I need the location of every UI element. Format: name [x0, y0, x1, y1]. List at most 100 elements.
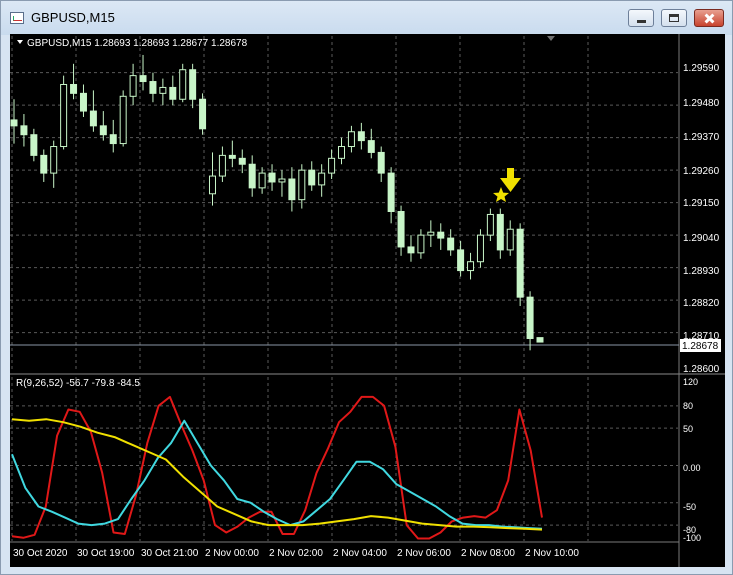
time-tick: 2 Nov 02:00: [269, 548, 323, 559]
time-axis: 30 Oct 2020 30 Oct 19:00 30 Oct 21:00 2 …: [13, 548, 579, 559]
candle-body: [149, 81, 157, 94]
chart-shift-marker[interactable]: [547, 36, 555, 41]
candle-body: [179, 69, 187, 100]
candle-body: [99, 125, 107, 136]
time-tick: 2 Nov 10:00: [525, 548, 579, 559]
candle-body: [248, 163, 256, 189]
chart-window-icon: [10, 12, 24, 24]
close-button[interactable]: [694, 9, 724, 27]
chart-symbol-label: GBPUSD,M15 1.28693 1.28693 1.28677 1.286…: [27, 38, 248, 49]
candle-body: [228, 154, 236, 159]
candle-body: [427, 231, 435, 236]
candle-body: [328, 157, 336, 174]
candle-body: [526, 296, 534, 340]
candle-body: [437, 231, 445, 239]
time-tick: 30 Oct 21:00: [141, 548, 199, 559]
indicator-tick: 120: [683, 377, 698, 387]
time-tick: 2 Nov 04:00: [333, 548, 387, 559]
indicator-label: R(9,26,52) -56.7 -79.8 -84.5: [16, 378, 140, 389]
time-tick: 2 Nov 06:00: [397, 548, 451, 559]
candle-body: [50, 146, 58, 174]
price-tick: 1.29480: [683, 98, 720, 109]
candle-body: [298, 169, 306, 201]
signal-star-icon[interactable]: [493, 187, 509, 202]
candle-body: [536, 337, 544, 343]
candle-body: [20, 125, 28, 136]
oscillator-line-red: [11, 395, 543, 540]
candle-body: [109, 134, 117, 145]
candle-body: [70, 83, 78, 94]
indicator-tick: -100: [683, 533, 701, 543]
window-title: GBPUSD,M15: [31, 10, 115, 25]
candle-body: [397, 211, 405, 248]
candle-body: [496, 213, 504, 251]
price-tick: 1.29590: [683, 63, 720, 74]
candle-body: [60, 83, 68, 148]
candle-body: [10, 119, 18, 127]
oscillator-lines: [11, 395, 543, 540]
indicator-axis: 120 80 50 0.00 -50 -80 -100: [683, 377, 701, 543]
candle-body: [218, 154, 226, 177]
time-tick: 30 Oct 2020: [13, 548, 68, 559]
price-tick: 1.28930: [683, 266, 720, 277]
indicator-tick: -50: [683, 502, 696, 512]
indicator-tick: 0.00: [683, 463, 701, 473]
candle-body: [208, 175, 216, 195]
price-tick: 1.29370: [683, 132, 720, 143]
indicator-tick: 50: [683, 424, 693, 434]
candle-body: [199, 98, 207, 130]
price-chart-svg: GBPUSD,M15 1.28693 1.28693 1.28677 1.286…: [10, 34, 725, 567]
candle-body: [288, 178, 296, 201]
candle-body: [40, 154, 48, 174]
price-tick: 1.28820: [683, 298, 720, 309]
candle-body: [268, 172, 276, 183]
candle-body: [139, 75, 147, 83]
candle-body: [278, 178, 286, 183]
signal-arrow-icon[interactable]: [500, 168, 521, 192]
candle-body: [30, 134, 38, 156]
price-tick: 1.29260: [683, 166, 720, 177]
candle-body: [387, 172, 395, 212]
candle-body: [377, 151, 385, 174]
candle-body: [447, 237, 455, 251]
candle-body: [476, 234, 484, 263]
minimize-button[interactable]: [628, 9, 654, 27]
current-price-label: 1.28678: [682, 341, 719, 352]
candle-body: [318, 172, 326, 186]
chart-header-dropdown-icon[interactable]: [17, 40, 23, 44]
price-tick: 1.28600: [683, 364, 720, 375]
candle-body: [516, 228, 524, 298]
candle-body: [159, 86, 167, 94]
candle-body: [347, 131, 355, 148]
candle-body: [486, 213, 494, 236]
candle-body: [89, 110, 97, 127]
time-tick: 30 Oct 19:00: [77, 548, 135, 559]
candle-body: [457, 249, 465, 272]
indicator-tick: 80: [683, 401, 693, 411]
candle-body: [308, 169, 316, 186]
chart-window: GBPUSD,M15 GBPUSD,M15 1.28693 1.28693 1.…: [0, 0, 733, 575]
price-tick: 1.29150: [683, 198, 720, 209]
price-axis: 1.29590 1.29480 1.29370 1.29260 1.29150 …: [683, 63, 720, 375]
candle-body: [338, 146, 346, 159]
candle-body: [238, 157, 246, 165]
candle-body: [467, 261, 475, 272]
candle-body: [367, 140, 375, 153]
candle-body: [79, 92, 87, 112]
candle-body: [506, 228, 514, 251]
price-tick: 1.29040: [683, 233, 720, 244]
candle-body: [189, 69, 197, 100]
candle-body: [129, 75, 137, 97]
candle-body: [169, 86, 177, 100]
title-bar[interactable]: GBPUSD,M15: [1, 1, 732, 35]
candle-body: [119, 95, 127, 145]
candle-body: [417, 234, 425, 254]
candle-body: [258, 172, 266, 189]
chart-area[interactable]: GBPUSD,M15 1.28693 1.28693 1.28677 1.286…: [10, 34, 725, 567]
candle-body: [407, 246, 415, 254]
time-tick: 2 Nov 00:00: [205, 548, 259, 559]
price-grid: [10, 36, 678, 372]
candle-body: [357, 131, 365, 142]
maximize-button[interactable]: [661, 9, 687, 27]
time-tick: 2 Nov 08:00: [461, 548, 515, 559]
